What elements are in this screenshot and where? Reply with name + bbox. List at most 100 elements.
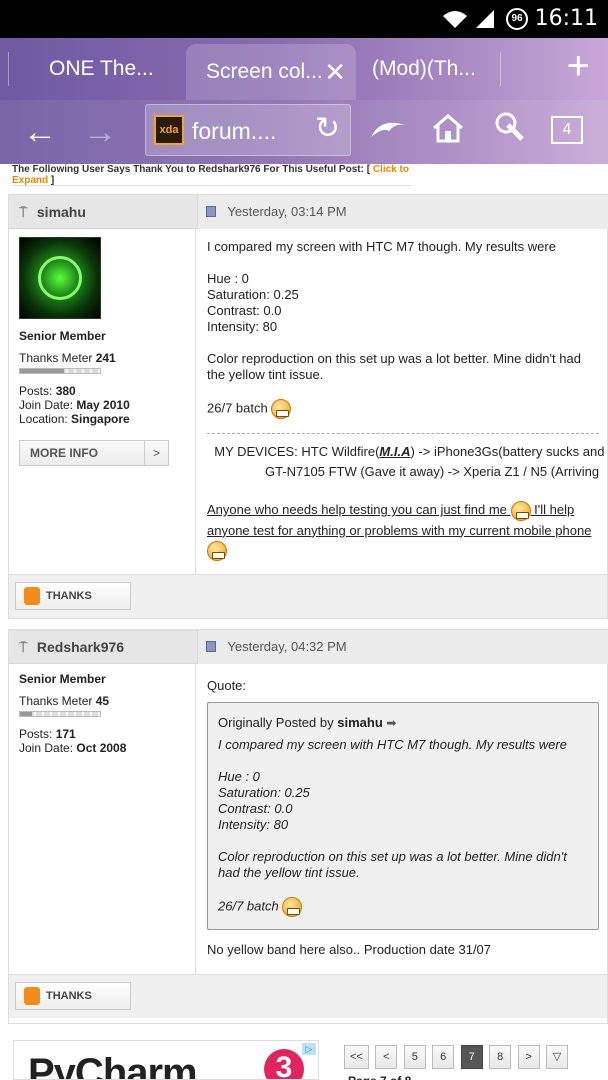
join-date: Join Date: Oct 2008 bbox=[19, 741, 127, 755]
posts-count: Posts: 171 bbox=[19, 727, 76, 741]
thanks-meter-label: Thanks Meter 241 bbox=[19, 351, 185, 365]
help-signature[interactable]: Anyone who needs help testing you can ju… bbox=[207, 500, 599, 562]
quote-line: Intensity: 80 bbox=[218, 817, 289, 832]
mia-link[interactable]: M.I.A bbox=[379, 444, 410, 459]
message-line: 26/7 batch bbox=[207, 399, 599, 419]
view-post-arrow-icon[interactable]: ➡ bbox=[386, 715, 396, 731]
back-icon[interactable]: ← bbox=[18, 110, 62, 154]
post-footer: THANKS bbox=[9, 974, 607, 1018]
adchoices-icon[interactable]: ▷ bbox=[302, 1043, 316, 1055]
tab-strip: ONE The... Screen col... ✕ (Mod)(Th... + bbox=[0, 38, 608, 100]
signature: MY DEVICES: HTC Wildfire(M.I.A) -> iPhon… bbox=[214, 444, 608, 479]
tab-one[interactable]: ONE The... bbox=[49, 50, 154, 88]
page-7-current: 7 bbox=[460, 1045, 483, 1069]
dolphin-icon[interactable] bbox=[366, 110, 410, 154]
thanks-meter-bar bbox=[19, 368, 101, 374]
more-info-button[interactable]: MORE INFO > bbox=[19, 440, 169, 466]
thanks-strip-close: ] bbox=[50, 175, 55, 186]
location: Location: Singapore bbox=[19, 412, 130, 426]
next-page-button[interactable]: > bbox=[517, 1045, 540, 1069]
status-bar: 96 16:11 bbox=[0, 0, 608, 38]
tab-switcher-icon[interactable]: 4 bbox=[551, 116, 583, 144]
gesture-icon[interactable] bbox=[488, 110, 532, 154]
browser-chrome: ONE The... Screen col... ✕ (Mod)(Th... +… bbox=[0, 38, 608, 164]
avatar[interactable] bbox=[19, 237, 101, 319]
username[interactable]: simahu bbox=[37, 204, 86, 220]
tab-mod[interactable]: (Mod)(Th... bbox=[372, 50, 476, 88]
prev-page-button[interactable]: < bbox=[375, 1045, 398, 1069]
bottom-bar: PyCharm 3 ▷ << < 5 6 7 8 > ▽ Page 7 of 8 bbox=[0, 1036, 608, 1080]
url-bar[interactable]: xda forum.... ↻ bbox=[145, 104, 351, 156]
navigation-bar: ← → xda forum.... ↻ 4 bbox=[0, 100, 608, 164]
post-author[interactable]: ⍑ simahu bbox=[9, 195, 195, 229]
signature-divider bbox=[207, 433, 599, 434]
join-date: Join Date: May 2010 bbox=[19, 398, 130, 412]
quote-author-link[interactable]: simahu bbox=[337, 715, 383, 730]
page-content: The Following User Says Thank You to Red… bbox=[0, 164, 608, 1080]
battery-icon: 96 bbox=[506, 8, 528, 30]
page-6[interactable]: 6 bbox=[432, 1045, 455, 1069]
message-line: I compared my screen with HTC M7 though.… bbox=[207, 239, 556, 254]
message-line: Color reproduction on this set up was a … bbox=[207, 351, 581, 382]
user-rank: Senior Member bbox=[19, 329, 106, 343]
thanks-button[interactable]: THANKS bbox=[15, 982, 131, 1010]
grin-emoji-icon bbox=[271, 399, 292, 419]
ad-brand: PyCharm bbox=[28, 1051, 198, 1080]
quote-attribution: Originally Posted by simahu ➡ bbox=[218, 715, 397, 731]
post-header: ⍑ simahu Yesterday, 03:14 PM bbox=[9, 195, 608, 229]
new-tab-icon[interactable]: + bbox=[567, 44, 590, 88]
close-tab-icon[interactable]: ✕ bbox=[324, 44, 346, 100]
first-page-button[interactable]: << bbox=[344, 1045, 369, 1069]
quote-line: I compared my screen with HTC M7 though.… bbox=[218, 737, 567, 752]
post-message: Quote: Originally Posted by simahu ➡ I c… bbox=[197, 664, 608, 968]
message-line: Hue : 0 bbox=[207, 271, 249, 286]
user-info: Senior Member Thanks Meter 45 Posts: 171… bbox=[9, 664, 196, 974]
xda-favicon-icon: xda bbox=[154, 115, 184, 145]
post-message: I compared my screen with HTC M7 though.… bbox=[197, 229, 608, 571]
message-line: Contrast: 0.0 bbox=[207, 303, 282, 318]
url-text: forum.... bbox=[192, 118, 277, 144]
post-body: Senior Member Thanks Meter 45 Posts: 171… bbox=[9, 664, 607, 974]
page-5[interactable]: 5 bbox=[403, 1045, 426, 1069]
page-info: Page 7 of 8 bbox=[348, 1069, 411, 1080]
tab-separator bbox=[8, 52, 9, 86]
advertisement[interactable]: PyCharm 3 ▷ bbox=[13, 1040, 319, 1080]
more-info-arrow-icon[interactable]: > bbox=[144, 441, 168, 465]
quote-line: Contrast: 0.0 bbox=[218, 801, 293, 816]
grin-emoji-icon bbox=[510, 500, 531, 521]
page-jump-icon[interactable]: ▽ bbox=[546, 1045, 569, 1069]
tab-separator bbox=[500, 52, 501, 86]
reply-text: No yellow band here also.. Production da… bbox=[207, 942, 492, 957]
message-line: Saturation: 0.25 bbox=[207, 287, 299, 302]
pagination: << < 5 6 7 8 > ▽ Page 7 of 8 bbox=[344, 1045, 608, 1080]
user-info: Senior Member Thanks Meter 241 Posts: 38… bbox=[9, 229, 196, 574]
thanks-meter-value: 45 bbox=[95, 694, 110, 708]
signal-icon bbox=[476, 10, 494, 28]
user-rank: Senior Member bbox=[19, 672, 106, 686]
reload-icon[interactable]: ↻ bbox=[315, 111, 340, 146]
post-date-text: Yesterday, 04:32 PM bbox=[227, 639, 347, 654]
page-8[interactable]: 8 bbox=[489, 1045, 512, 1069]
quote-block: Originally Posted by simahu ➡ I compared… bbox=[207, 702, 599, 930]
tab-label: Screen col... bbox=[206, 60, 323, 83]
username[interactable]: Redshark976 bbox=[37, 639, 124, 655]
quote-line: 26/7 batch bbox=[218, 897, 588, 917]
thanks-strip: The Following User Says Thank You to Red… bbox=[12, 164, 412, 186]
quote-line: Hue : 0 bbox=[218, 769, 260, 784]
post-date-text: Yesterday, 03:14 PM bbox=[227, 204, 347, 219]
forward-icon[interactable]: → bbox=[78, 110, 122, 154]
thanks-button[interactable]: THANKS bbox=[15, 582, 131, 610]
post-redshark976: ⍑ Redshark976 Yesterday, 04:32 PM Senior… bbox=[8, 629, 608, 1024]
post-author[interactable]: ⍑ Redshark976 bbox=[9, 630, 195, 664]
tab-screen-color[interactable]: Screen col... ✕ bbox=[186, 44, 356, 100]
online-status-icon: ⍑ bbox=[19, 639, 28, 655]
thanks-strip-text: The Following User Says Thank You to Red… bbox=[12, 164, 371, 175]
post-footer: THANKS bbox=[9, 574, 607, 618]
post-body: Senior Member Thanks Meter 241 Posts: 38… bbox=[9, 229, 608, 574]
home-icon[interactable] bbox=[426, 110, 470, 154]
grin-emoji-icon bbox=[282, 897, 303, 917]
posts-count: Posts: 380 bbox=[19, 384, 76, 398]
post-date: Yesterday, 03:14 PM bbox=[197, 195, 608, 229]
thumbs-up-icon bbox=[24, 587, 40, 605]
thanks-meter-text: Thanks Meter bbox=[19, 351, 93, 365]
